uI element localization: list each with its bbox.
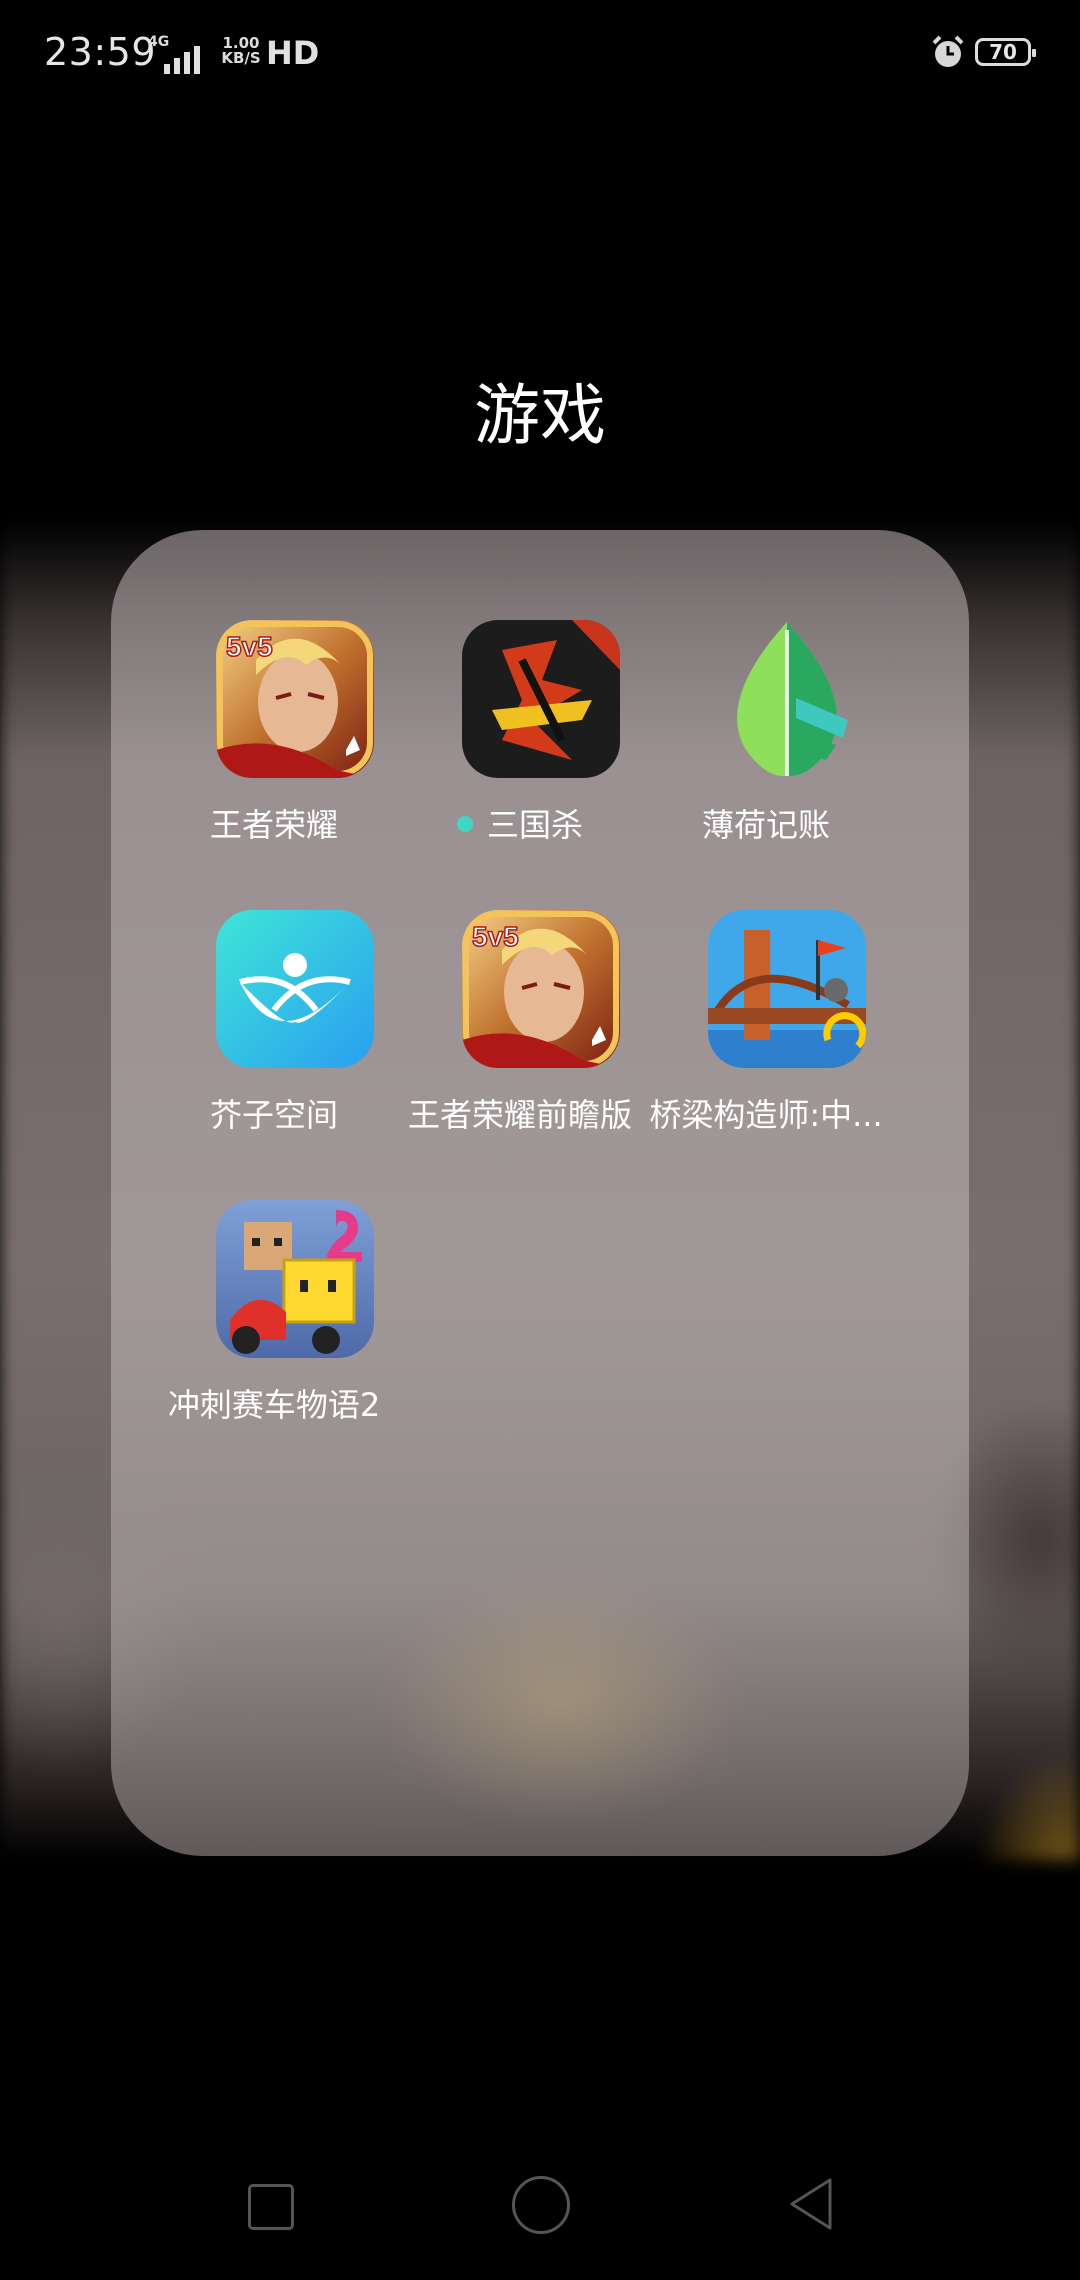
status-bar: 23:59 4G 1.00 KB/S HD 70 [0, 0, 1080, 110]
svg-text:5v5: 5v5 [226, 631, 273, 662]
svg-text:5v5: 5v5 [472, 921, 519, 952]
bridge-constructor-icon [708, 910, 866, 1068]
circle-home-icon[interactable] [512, 2176, 570, 2234]
app-label-with-dot: 三国杀 [380, 800, 660, 846]
app-label: 三国杀 [486, 806, 583, 844]
app-label: 王者荣耀前瞻版 [407, 1096, 632, 1134]
app-label: 芥子空间 [209, 1096, 338, 1134]
app-bridge-constructor[interactable]: 桥梁构造师:中... [646, 910, 886, 1150]
mint-leaf-icon [708, 620, 866, 778]
hd-indicator: HD [266, 34, 320, 72]
app-jiezi-space[interactable]: 芥子空间 [154, 910, 394, 1150]
app-label: 王者荣耀 [209, 806, 338, 844]
signal-strength-icon: 4G [146, 34, 210, 74]
honor-of-kings-icon: 5v5 [216, 620, 374, 778]
app-sanguosha[interactable]: 三国杀 [400, 620, 640, 860]
battery-icon: 70 [975, 38, 1036, 66]
navigation-bar [0, 2150, 1080, 2280]
new-install-dot [456, 816, 473, 832]
app-honor-of-kings-preview[interactable]: 5v5 王者荣耀前瞻版 [400, 910, 640, 1150]
square-recent-icon[interactable] [248, 2184, 294, 2230]
app-label: 桥梁构造师:中... [649, 1096, 883, 1134]
dash-racing-2-icon [216, 1200, 374, 1358]
app-label: 冲刺赛车物语2 [167, 1386, 381, 1424]
status-time: 23:59 [44, 30, 157, 74]
honor-of-kings-preview-icon: 5v5 [462, 910, 620, 1068]
app-mint-ledger[interactable]: 薄荷记账 [646, 620, 886, 860]
network-speed: 1.00 KB/S [216, 36, 266, 66]
sanguosha-icon [462, 620, 620, 778]
jiezi-space-icon [216, 910, 374, 1068]
speed-unit: KB/S [221, 49, 261, 67]
app-honor-of-kings[interactable]: 5v5 王者荣耀 [154, 620, 394, 860]
battery-level: 70 [989, 40, 1017, 64]
triangle-back-icon[interactable] [786, 2176, 836, 2232]
app-label: 薄荷记账 [701, 806, 830, 844]
app-dash-racing-2[interactable]: 冲刺赛车物语2 [154, 1200, 394, 1440]
alarm-clock-icon [930, 34, 966, 70]
folder-title[interactable]: 游戏 [0, 362, 1080, 458]
